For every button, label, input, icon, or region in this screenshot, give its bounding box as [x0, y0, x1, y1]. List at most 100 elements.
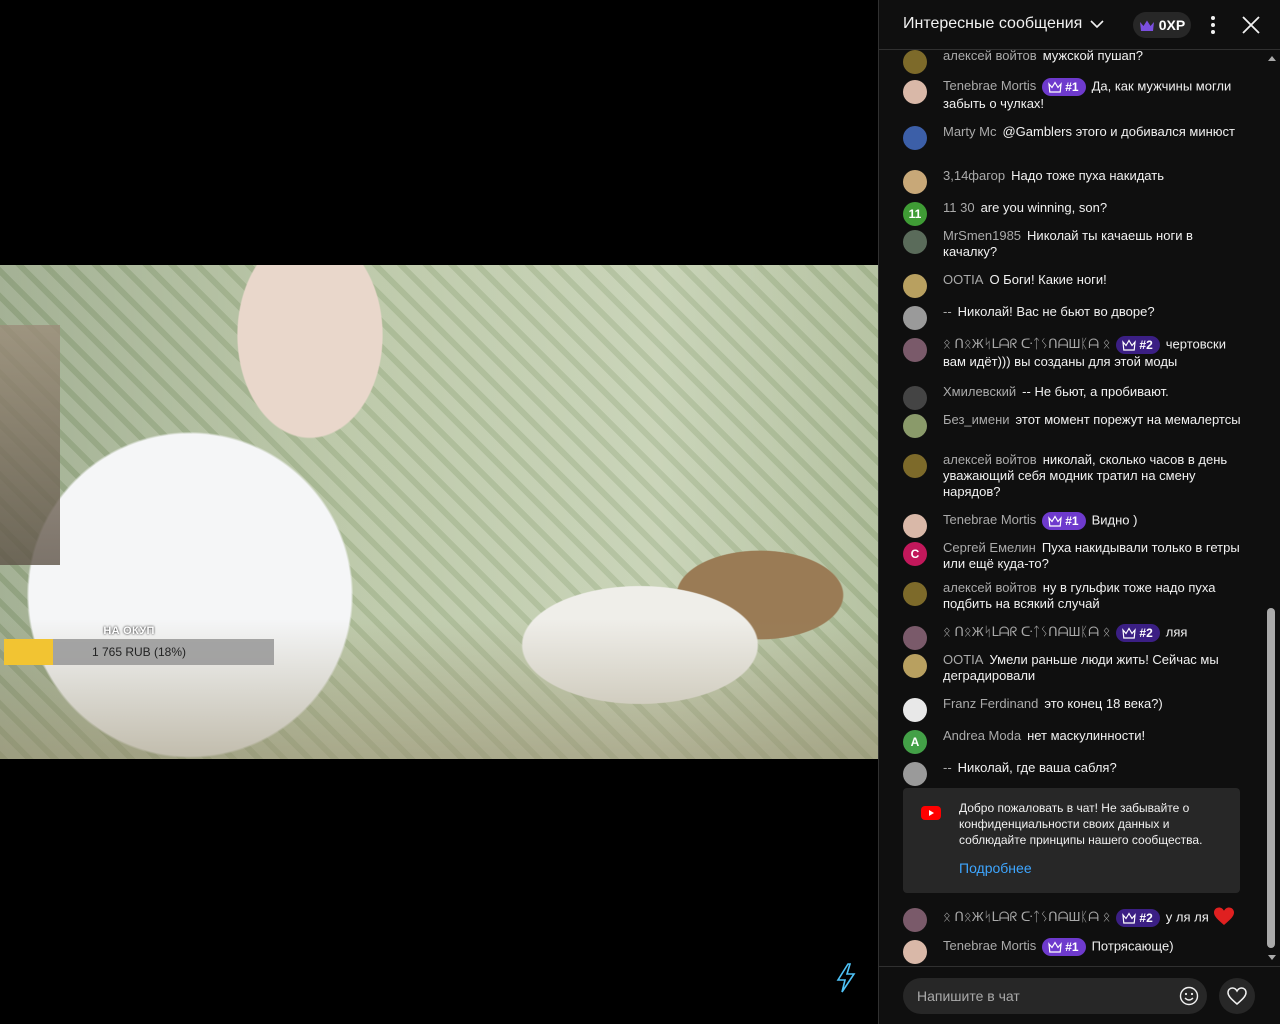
close-icon[interactable] — [1239, 13, 1263, 37]
chat-author-name[interactable]: Tenebrae Mortis — [943, 512, 1036, 527]
chat-author-name[interactable]: Franz Ferdinand — [943, 696, 1038, 711]
chat-message[interactable]: -- Николай! Вас не бьют во дворе? — [903, 304, 1243, 330]
learn-more-link[interactable]: Подробнее — [959, 860, 1032, 876]
avatar[interactable] — [903, 306, 927, 330]
avatar[interactable] — [903, 386, 927, 410]
chat-author-name[interactable]: 3,14фагор — [943, 168, 1005, 183]
avatar[interactable] — [903, 274, 927, 298]
scroll-up-icon[interactable] — [1268, 56, 1276, 61]
avatar[interactable] — [903, 50, 927, 74]
avatar[interactable]: A — [903, 730, 927, 754]
avatar[interactable] — [903, 338, 927, 362]
chat-message-text: это конец 18 века?) — [1044, 696, 1163, 711]
chat-message[interactable]: алексей войтов ну в гульфик тоже надо пух… — [903, 580, 1243, 612]
lightning-logo-icon — [836, 963, 856, 993]
avatar[interactable]: 11 — [903, 202, 927, 226]
chat-message[interactable]: ᛟ ᑎᛟЖᛋᒪᗩᖇ ᑢᛏᛊᑎᗩШᛕᗩ ᛟ #2 ляя — [903, 624, 1243, 650]
chat-message[interactable]: ᛟ ᑎᛟЖᛋᒪᗩᖇ ᑢᛏᛊᑎᗩШᛕᗩ ᛟ #2 чертовски вам идёт… — [903, 336, 1243, 370]
avatar[interactable] — [903, 940, 927, 964]
chat-message[interactable]: ᛟ ᑎᛟЖᛋᒪᗩᖇ ᑢᛏᛊᑎᗩШᛕᗩ ᛟ #2 у ля ля — [903, 906, 1243, 932]
avatar[interactable] — [903, 514, 927, 538]
avatar[interactable] — [903, 654, 927, 678]
chat-message[interactable]: Tenebrae Mortis #1 Видно ) — [903, 512, 1243, 538]
donation-goal-bar: 1 765 RUB (18%) — [4, 639, 274, 665]
chat-message[interactable]: -- Николай, где ваша сабля? — [903, 760, 1243, 786]
chat-scrollbar[interactable] — [1265, 52, 1279, 964]
chat-message[interactable]: алексей войтов николай, сколько часов в д… — [903, 452, 1243, 500]
avatar[interactable] — [903, 626, 927, 650]
chat-message-input[interactable] — [903, 978, 1207, 1014]
chat-author-name[interactable]: -- — [943, 304, 952, 319]
chat-message-body: Сергей Емелин Пуха накидывали только в ге… — [943, 540, 1243, 572]
chat-message[interactable]: Без_имени этот момент порежут на мемалерт… — [903, 412, 1243, 438]
chat-message-body: Tenebrae Mortis #1 Потрясающе) — [943, 938, 1243, 956]
chat-message[interactable]: 11 11 30 are you winning, son? — [903, 200, 1243, 226]
emoji-icon[interactable] — [1179, 986, 1199, 1006]
crown-icon — [1139, 20, 1154, 31]
red-heart-icon — [1213, 906, 1235, 930]
chat-message[interactable]: Tenebrae Mortis #1 Потрясающе) — [903, 938, 1243, 964]
chat-message-body: -- Николай, где ваша сабля? — [943, 760, 1243, 776]
avatar[interactable] — [903, 80, 927, 104]
chat-author-name[interactable]: Без_имени — [943, 412, 1010, 427]
chat-author-name[interactable]: алексей войтов — [943, 580, 1037, 595]
chat-mode-title[interactable]: Интересные сообщения — [903, 15, 1082, 33]
chat-message[interactable]: Franz Ferdinand это конец 18 века?) — [903, 696, 1243, 722]
chat-author-name[interactable]: ᛟ ᑎᛟЖᛋᒪᗩᖇ ᑢᛏᛊᑎᗩШᛕᗩ ᛟ — [943, 909, 1110, 924]
avatar[interactable] — [903, 126, 927, 150]
chat-author-name[interactable]: Marty Mc — [943, 124, 996, 139]
avatar[interactable] — [903, 170, 927, 194]
avatar[interactable] — [903, 698, 927, 722]
send-heart-button[interactable] — [1219, 978, 1255, 1014]
chat-message-body: MrSmen1985 Николай ты качаешь ноги в кача… — [943, 228, 1243, 260]
avatar[interactable] — [903, 908, 927, 932]
chat-message-body: алексей войтов николай, сколько часов в д… — [943, 452, 1243, 500]
chat-message-text: Николай! Вас не бьют во дворе? — [957, 304, 1155, 319]
chat-message-text: этот момент порежут на мемалертсы — [1015, 412, 1241, 427]
chat-message[interactable]: алексей войтов мужской пушап? — [903, 48, 1243, 74]
xp-badge-button[interactable]: 0XP — [1133, 12, 1191, 38]
chat-author-name[interactable]: ᛟ ᑎᛟЖᛋᒪᗩᖇ ᑢᛏᛊᑎᗩШᛕᗩ ᛟ — [943, 624, 1110, 639]
chat-author-name[interactable]: алексей войтов — [943, 48, 1037, 63]
chat-author-name[interactable]: Tenebrae Mortis — [943, 938, 1036, 953]
chat-author-name[interactable]: Хмилевский — [943, 384, 1016, 399]
chat-author-name[interactable]: Tenebrae Mortis — [943, 78, 1036, 93]
chat-message[interactable]: С Сергей Емелин Пуха накидывали только в г… — [903, 540, 1243, 572]
avatar[interactable] — [903, 762, 927, 786]
avatar[interactable]: С — [903, 542, 927, 566]
xp-value: 0XP — [1158, 17, 1186, 33]
chat-author-name[interactable]: 11 30 — [943, 200, 975, 215]
chat-author-name[interactable]: -- — [943, 760, 952, 775]
heart-outline-icon — [1227, 987, 1247, 1005]
chat-author-name[interactable]: алексей войтов — [943, 452, 1037, 467]
chat-author-name[interactable]: Andrea Moda — [943, 728, 1021, 743]
chat-message[interactable]: OOTIA О Боги! Какие ноги! — [903, 272, 1243, 298]
chat-author-name[interactable]: OOTIA — [943, 652, 983, 667]
chat-author-name[interactable]: OOTIA — [943, 272, 983, 287]
scroll-down-icon[interactable] — [1268, 955, 1276, 960]
scrollbar-thumb[interactable] — [1267, 608, 1275, 948]
avatar[interactable] — [903, 230, 927, 254]
chat-message[interactable]: Marty Mc @Gamblers этого и добивался миню… — [903, 124, 1243, 150]
avatar[interactable] — [903, 414, 927, 438]
video-frame[interactable] — [0, 265, 878, 759]
chevron-down-icon[interactable] — [1089, 14, 1105, 34]
avatar[interactable] — [903, 454, 927, 478]
video-player[interactable]: НА ОКУП 1 765 RUB (18%) — [0, 0, 878, 1024]
avatar-letter: С — [910, 547, 920, 561]
chat-welcome-notice: Добро пожаловать в чат! Не забывайте о к… — [903, 788, 1240, 893]
more-vert-icon[interactable] — [1201, 13, 1225, 37]
chat-message-body: Marty Mc @Gamblers этого и добивался миню… — [943, 124, 1243, 140]
chat-message[interactable]: 3,14фагор Надо тоже пуха накидать — [903, 168, 1243, 194]
avatar[interactable] — [903, 582, 927, 606]
chat-author-name[interactable]: Сергей Емелин — [943, 540, 1036, 555]
chat-author-name[interactable]: ᛟ ᑎᛟЖᛋᒪᗩᖇ ᑢᛏᛊᑎᗩШᛕᗩ ᛟ — [943, 336, 1110, 351]
chat-author-name[interactable]: MrSmen1985 — [943, 228, 1021, 243]
chat-message[interactable]: Хмилевский -- Не бьют, а пробивают. — [903, 384, 1243, 410]
chat-message[interactable]: MrSmen1985 Николай ты качаешь ноги в кача… — [903, 228, 1243, 260]
chat-message[interactable]: Tenebrae Mortis #1 Да, как мужчины могли з… — [903, 78, 1243, 112]
member-rank-badge: #2 — [1116, 624, 1160, 642]
chat-message-body: 3,14фагор Надо тоже пуха накидать — [943, 168, 1243, 184]
chat-message[interactable]: A Andrea Moda нет маскулинности! — [903, 728, 1243, 754]
chat-message[interactable]: OOTIA Умели раньше люди жить! Сейчас мы д… — [903, 652, 1243, 684]
